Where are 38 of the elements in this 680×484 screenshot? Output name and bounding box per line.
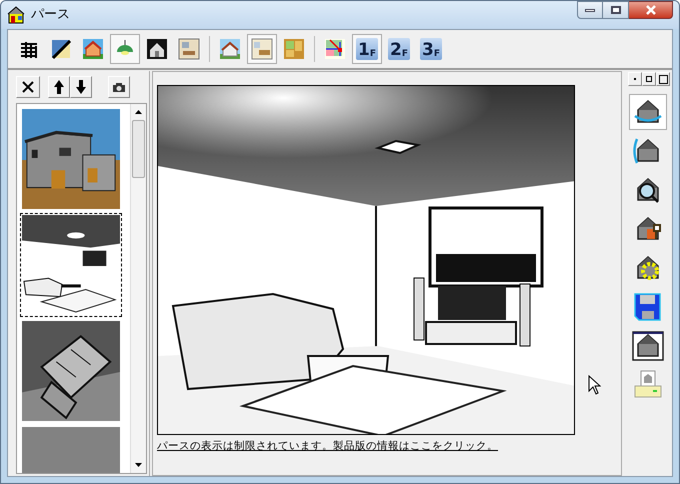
- scroll-thumb[interactable]: [132, 120, 145, 178]
- camera-icon: [112, 82, 126, 92]
- house-icon: [7, 6, 25, 24]
- house-icon: [146, 38, 168, 60]
- window-title: パース: [31, 6, 70, 24]
- close-button[interactable]: [629, 1, 673, 19]
- notice-link[interactable]: パースの表示は制限されています。製品版の情報はここをクリック。: [157, 439, 498, 455]
- close-icon: [644, 5, 656, 15]
- save-icon: [632, 291, 664, 323]
- square-icon: [658, 74, 668, 84]
- floor-button[interactable]: 1F: [352, 34, 382, 64]
- square-icon: [646, 76, 652, 82]
- scrollbar[interactable]: [130, 104, 146, 473]
- arrow-up-icon: [53, 79, 65, 95]
- maximize-button[interactable]: [603, 1, 629, 19]
- house-icon: [82, 38, 104, 60]
- camera-button[interactable]: [108, 76, 130, 98]
- window-house-icon: [632, 330, 664, 362]
- view-size-button[interactable]: [642, 72, 656, 86]
- diagonal-line-icon: [50, 38, 72, 60]
- plan-icon: [324, 38, 346, 60]
- tool-button[interactable]: [629, 94, 667, 130]
- minimize-button[interactable]: [577, 1, 603, 19]
- room-icon: [251, 38, 273, 60]
- room-icon: [178, 38, 200, 60]
- minimize-icon: [585, 8, 595, 12]
- maximize-icon: [610, 6, 620, 14]
- view-size-button[interactable]: [656, 72, 670, 86]
- arrow-down-icon: [75, 79, 87, 95]
- move-up-button[interactable]: [48, 76, 70, 98]
- cursor-icon: [588, 375, 601, 395]
- scroll-down-icon: [135, 463, 142, 467]
- delete-button[interactable]: [16, 76, 40, 98]
- move-down-button[interactable]: [70, 76, 92, 98]
- scroll-up-icon: [135, 110, 142, 114]
- floor-plan-icon: [283, 38, 305, 60]
- house-icon: [219, 38, 241, 60]
- close-icon: [21, 80, 35, 94]
